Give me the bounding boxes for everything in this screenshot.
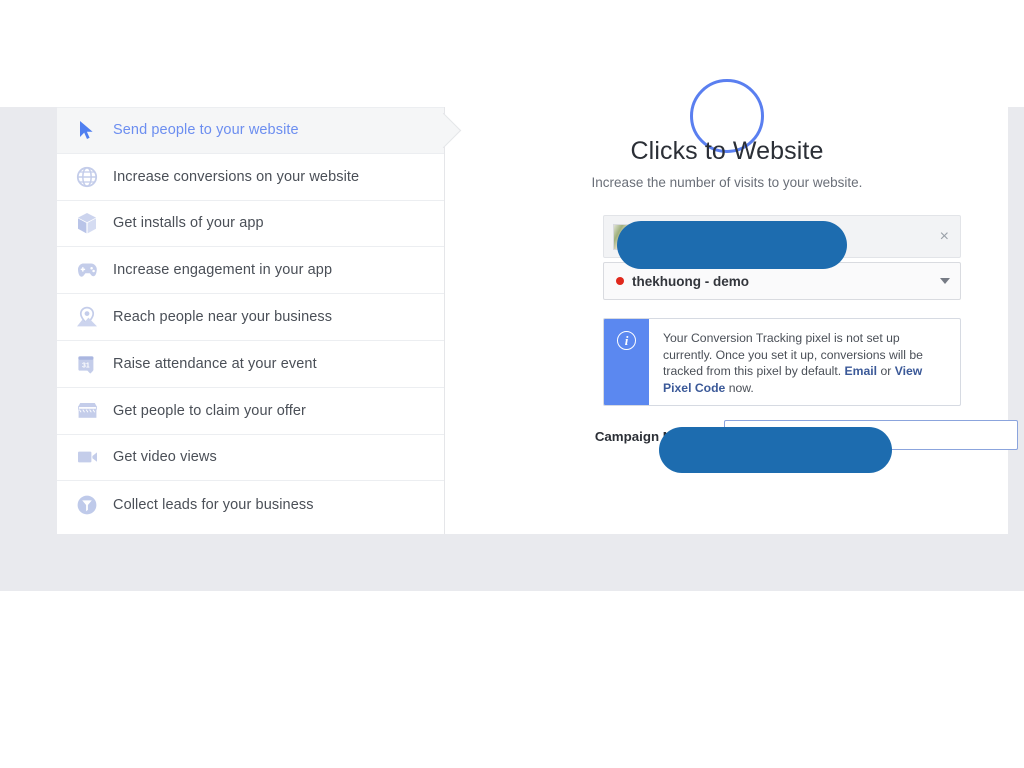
app-root: Send people to your website Increase con…	[0, 0, 1024, 768]
info-text-part2: now.	[725, 380, 754, 395]
page-subtitle: Increase the number of visits to your we…	[591, 175, 863, 190]
cursor-arrow-icon	[74, 117, 100, 143]
objective-row-raise-event-attendance[interactable]: 31 Raise attendance at your event	[57, 340, 444, 388]
objective-label: Send people to your website	[113, 122, 299, 139]
redaction-overlay-campaign-name	[659, 427, 892, 473]
conversion-pixel-info-box: i Your Conversion Tracking pixel is not …	[603, 318, 961, 406]
objective-label: Collect leads for your business	[113, 496, 314, 513]
info-strip: i	[604, 319, 649, 405]
objective-label: Get people to claim your offer	[113, 402, 306, 419]
gamepad-icon	[74, 257, 100, 283]
info-text-mid: or	[877, 364, 895, 379]
objective-row-collect-leads[interactable]: Collect leads for your business	[57, 481, 444, 529]
close-icon[interactable]: ×	[937, 228, 952, 245]
objective-list: Send people to your website Increase con…	[57, 107, 445, 534]
info-box-text: Your Conversion Tracking pixel is not se…	[649, 319, 960, 405]
objective-row-claim-offer[interactable]: Get people to claim your offer	[57, 387, 444, 435]
objective-label: Get video views	[113, 449, 217, 466]
redaction-overlay-url	[617, 221, 847, 269]
objective-row-increase-app-engagement[interactable]: Increase engagement in your app	[57, 247, 444, 295]
objective-row-send-people-to-website[interactable]: Send people to your website	[57, 107, 444, 154]
ad-account-label: thekhuong - demo	[632, 273, 749, 289]
objective-label: Raise attendance at your event	[113, 355, 317, 372]
objective-label: Get installs of your app	[113, 215, 264, 232]
objective-label: Increase conversions on your website	[113, 168, 360, 185]
footer-bar: Set Audience & Budget	[0, 534, 1024, 591]
objective-label: Reach people near your business	[113, 309, 333, 326]
objective-row-get-app-installs[interactable]: Get installs of your app	[57, 200, 444, 248]
page-title: Clicks to Website	[630, 137, 824, 165]
email-link[interactable]: Email	[845, 364, 878, 378]
svg-text:31: 31	[82, 362, 90, 369]
funnel-icon	[74, 492, 100, 518]
map-pin-icon	[74, 304, 100, 330]
globe-icon	[74, 164, 100, 190]
objective-row-increase-conversions[interactable]: Increase conversions on your website	[57, 153, 444, 201]
calendar-icon: 31	[74, 351, 100, 377]
chevron-down-icon	[940, 278, 950, 284]
status-dot-icon	[616, 277, 624, 285]
objective-row-get-video-views[interactable]: Get video views	[57, 434, 444, 482]
video-camera-icon	[74, 444, 100, 470]
objective-row-reach-people-nearby[interactable]: Reach people near your business	[57, 294, 444, 341]
info-circle-icon: i	[617, 331, 636, 350]
objective-label: Increase engagement in your app	[113, 262, 333, 279]
storefront-icon	[74, 398, 100, 424]
box-icon	[74, 210, 100, 236]
